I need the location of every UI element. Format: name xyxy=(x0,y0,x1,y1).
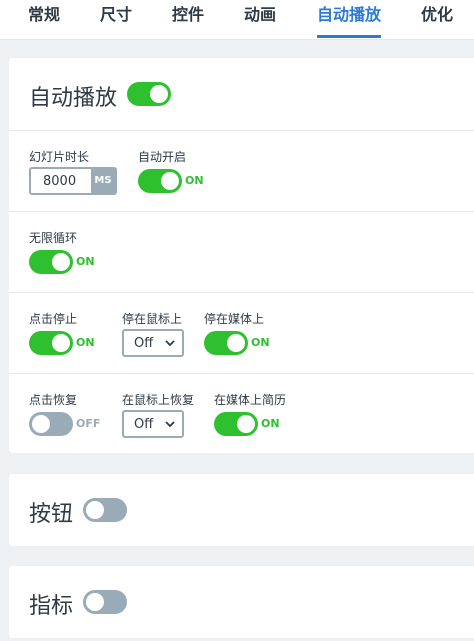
stop-on-media-state: ON xyxy=(251,336,270,349)
resume-on-hover-select[interactable]: Off xyxy=(122,410,184,438)
stop-on-hover-select[interactable]: Off xyxy=(122,329,184,357)
slide-duration-field: MS xyxy=(29,167,117,195)
stop-on-media-label: 停在媒体上 xyxy=(204,312,265,326)
slide-duration-label: 幻灯片时长 xyxy=(29,150,90,164)
buttons-card: 按钮 xyxy=(9,474,474,546)
stop-on-hover-label: 停在鼠标上 xyxy=(122,312,183,326)
divider xyxy=(9,292,474,293)
divider xyxy=(9,130,474,131)
stop-on-click-toggle[interactable] xyxy=(29,331,73,355)
buttons-title: 按钮 xyxy=(29,502,74,527)
resume-on-hover-value: Off xyxy=(134,417,154,432)
buttons-toggle[interactable] xyxy=(83,498,127,522)
tab-optimize[interactable]: 优化 xyxy=(421,0,453,40)
divider xyxy=(9,373,474,374)
tab-general[interactable]: 常规 xyxy=(28,0,60,40)
resume-on-click-state: OFF xyxy=(76,417,101,430)
resume-on-click-toggle[interactable] xyxy=(29,412,73,436)
resume-on-media-toggle[interactable] xyxy=(214,412,258,436)
indicators-title: 指标 xyxy=(29,594,74,619)
resume-on-click-label: 点击恢复 xyxy=(29,393,78,407)
slide-duration-unit: MS xyxy=(91,169,115,193)
resume-on-hover-label: 在鼠标上恢复 xyxy=(122,393,195,407)
indicators-card: 指标 xyxy=(9,566,474,638)
chevron-down-icon xyxy=(165,421,175,428)
infinite-loop-label: 无限循环 xyxy=(29,231,78,245)
divider xyxy=(9,211,474,212)
slide-duration-input[interactable] xyxy=(31,169,91,193)
tab-bar: 常规 尺寸 控件 动画 自动播放 优化 xyxy=(0,0,474,40)
autoplay-title: 自动播放 xyxy=(29,86,118,111)
chevron-down-icon xyxy=(165,340,175,347)
indicators-toggle[interactable] xyxy=(83,590,127,614)
resume-on-media-label: 在媒体上简历 xyxy=(214,393,287,407)
resume-on-media-state: ON xyxy=(261,417,280,430)
stop-on-media-toggle[interactable] xyxy=(204,331,248,355)
auto-start-state: ON xyxy=(185,174,204,187)
tab-controls[interactable]: 控件 xyxy=(172,0,204,40)
stop-on-click-label: 点击停止 xyxy=(29,312,78,326)
tab-autoplay[interactable]: 自动播放 xyxy=(317,0,382,40)
stop-on-hover-value: Off xyxy=(134,336,154,351)
auto-start-toggle[interactable] xyxy=(138,169,182,193)
infinite-loop-state: ON xyxy=(76,255,95,268)
tab-size[interactable]: 尺寸 xyxy=(100,0,132,40)
autoplay-toggle[interactable] xyxy=(127,82,171,106)
infinite-loop-toggle[interactable] xyxy=(29,250,73,274)
tab-animation[interactable]: 动画 xyxy=(244,0,276,40)
autoplay-card: 自动播放 幻灯片时长 MS 自动开启 ON 无限循环 ON 点击停止 ON 停在… xyxy=(9,58,474,453)
stop-on-click-state: ON xyxy=(76,336,95,349)
auto-start-label: 自动开启 xyxy=(138,150,187,164)
